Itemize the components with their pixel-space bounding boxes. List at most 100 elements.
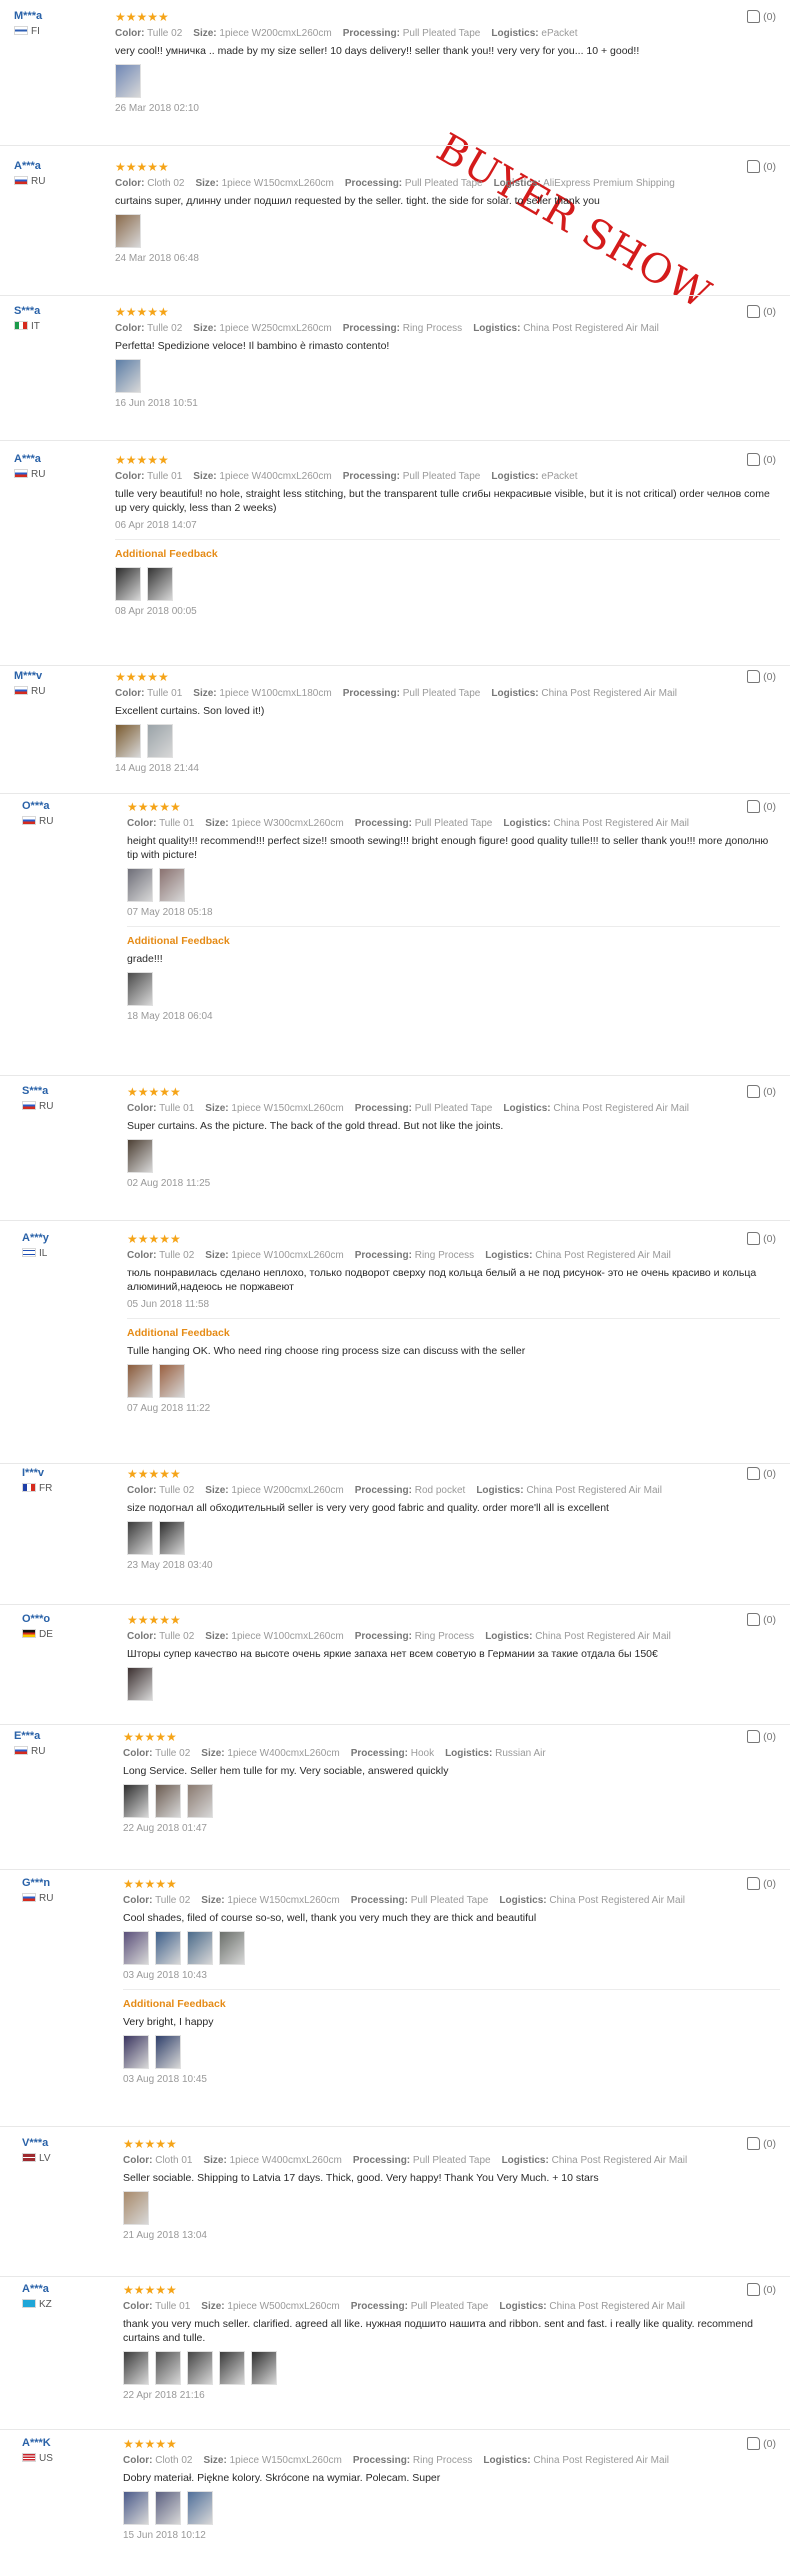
additional-feedback-title: Additional Feedback	[127, 1327, 230, 1339]
thumbs-up-icon[interactable]	[747, 2283, 761, 2296]
review-photo-thumbnail[interactable]	[127, 972, 153, 1006]
helpful-button[interactable]: (0)	[747, 1877, 776, 1890]
review-photo-thumbnail[interactable]	[187, 1931, 213, 1965]
review-photo-thumbnail[interactable]	[123, 1931, 149, 1965]
review-photo-thumbnail[interactable]	[123, 2191, 149, 2225]
reviewer-name[interactable]: S***a	[22, 1085, 112, 1098]
helpful-button[interactable]: (0)	[747, 2437, 776, 2450]
thumbs-up-icon[interactable]	[747, 2137, 761, 2150]
reviewer-name[interactable]: O***a	[22, 800, 112, 813]
review-photo-thumbnail[interactable]	[159, 868, 185, 902]
review-photo-thumbnail[interactable]	[147, 724, 173, 758]
review-content: ★★★★★ Color: Tulle 02 Size: 1piece W400cmx…	[123, 1730, 780, 1835]
review-photo-thumbnail[interactable]	[219, 2351, 245, 2385]
attr-value: Pull Pleated Tape	[402, 688, 481, 699]
reviewer-name[interactable]: S***a	[14, 305, 104, 318]
helpful-button[interactable]: (0)	[747, 800, 776, 813]
review-photo-thumbnail[interactable]	[187, 2351, 213, 2385]
country-code: FI	[31, 26, 40, 37]
reviewer-name[interactable]: M***v	[14, 670, 104, 683]
helpful-button[interactable]: (0)	[747, 2283, 776, 2296]
helpful-button[interactable]: (0)	[747, 1613, 776, 1626]
review-photo-thumbnail[interactable]	[219, 1931, 245, 1965]
review-photo-thumbnail[interactable]	[123, 2491, 149, 2525]
review-photos	[115, 724, 780, 758]
reviewer-name[interactable]: M***a	[14, 10, 104, 23]
reviewer-name[interactable]: E***a	[14, 1730, 104, 1743]
helpful-button[interactable]: (0)	[747, 1085, 776, 1098]
review-content: ★★★★★ Color: Tulle 01 Size: 1piece W400cmx…	[115, 453, 780, 618]
additional-feedback-date: 08 Apr 2018 00:05	[115, 606, 197, 617]
helpful-button[interactable]: (0)	[747, 10, 776, 23]
thumbs-up-icon[interactable]	[747, 1613, 761, 1626]
review-text: Super curtains. As the picture. The back…	[127, 1120, 504, 1132]
review-photo-thumbnail[interactable]	[159, 1364, 185, 1398]
attr-label: Logistics:	[491, 471, 539, 482]
review-photo-thumbnail[interactable]	[251, 2351, 277, 2385]
order-attributes: Color: Tulle 02 Size: 1piece W150cmxL260c…	[123, 1894, 780, 1907]
reviewer-name[interactable]: G***n	[22, 1877, 112, 1890]
review-photo-thumbnail[interactable]	[127, 868, 153, 902]
review-photo-thumbnail[interactable]	[115, 724, 141, 758]
attr-label: Size:	[205, 1485, 229, 1496]
additional-feedback-text: Very bright, I happy	[123, 2016, 214, 2028]
reviewer-name[interactable]: I***v	[22, 1467, 112, 1480]
reviewer-name[interactable]: A***K	[22, 2437, 112, 2450]
thumbs-up-icon[interactable]	[747, 305, 761, 318]
reviewer-info: O***o DE	[22, 1613, 112, 1641]
review-photo-thumbnail[interactable]	[187, 1784, 213, 1818]
reviewer-name[interactable]: A***a	[14, 453, 104, 466]
review-photo-thumbnail[interactable]	[123, 2351, 149, 2385]
review-photo-thumbnail[interactable]	[155, 2035, 181, 2069]
review-photo-thumbnail[interactable]	[159, 1521, 185, 1555]
review-photo-thumbnail[interactable]	[115, 567, 141, 601]
thumbs-up-icon[interactable]	[747, 2437, 761, 2450]
attr-color: Color: Tulle 02	[123, 1895, 190, 1906]
reviewer-name[interactable]: A***a	[14, 160, 104, 173]
reviewer-name[interactable]: A***a	[22, 2283, 112, 2296]
review-photo-thumbnail[interactable]	[155, 2491, 181, 2525]
review-photo-thumbnail[interactable]	[127, 1364, 153, 1398]
review-photo-thumbnail[interactable]	[127, 1667, 153, 1701]
helpful-button[interactable]: (0)	[747, 670, 776, 683]
review-photo-thumbnail[interactable]	[115, 359, 141, 393]
review-photo-thumbnail[interactable]	[155, 1784, 181, 1818]
thumbs-up-icon[interactable]	[747, 800, 761, 813]
helpful-button[interactable]: (0)	[747, 1232, 776, 1245]
reviewer-name[interactable]: A***y	[22, 1232, 112, 1245]
reviewer-name[interactable]: V***a	[22, 2137, 112, 2150]
review-photo-thumbnail[interactable]	[115, 64, 141, 98]
attr-value: Pull Pleated Tape	[414, 818, 493, 829]
thumbs-up-icon[interactable]	[747, 453, 761, 466]
review-photo-thumbnail[interactable]	[155, 2351, 181, 2385]
helpful-button[interactable]: (0)	[747, 160, 776, 173]
review-photo-thumbnail[interactable]	[187, 2491, 213, 2525]
review-photo-thumbnail[interactable]	[123, 2035, 149, 2069]
review-photo-thumbnail[interactable]	[127, 1139, 153, 1173]
attr-value: Ring Process	[402, 323, 463, 334]
thumbs-up-icon[interactable]	[747, 1467, 761, 1480]
review-photo-thumbnail[interactable]	[147, 567, 173, 601]
thumbs-up-icon[interactable]	[747, 160, 761, 173]
helpful-button[interactable]: (0)	[747, 1467, 776, 1480]
attr-value: China Post Registered Air Mail	[535, 1631, 671, 1642]
review-photo-thumbnail[interactable]	[127, 1521, 153, 1555]
thumbs-up-icon[interactable]	[747, 1877, 761, 1890]
attr-value: China Post Registered Air Mail	[549, 2301, 686, 2312]
helpful-button[interactable]: (0)	[747, 1730, 776, 1743]
review-photo-thumbnail[interactable]	[115, 214, 141, 248]
review-text: тюль понравилась сделано неплохо, только…	[127, 1267, 757, 1293]
review-photo-thumbnail[interactable]	[155, 1931, 181, 1965]
helpful-button[interactable]: (0)	[747, 453, 776, 466]
helpful-button[interactable]: (0)	[747, 2137, 776, 2150]
thumbs-up-icon[interactable]	[747, 1232, 761, 1245]
attr-size: Size: 1piece W400cmxL260cm	[203, 2155, 341, 2166]
helpful-button[interactable]: (0)	[747, 305, 776, 318]
star-rating: ★★★★★	[115, 10, 169, 24]
thumbs-up-icon[interactable]	[747, 1730, 761, 1743]
reviewer-name[interactable]: O***o	[22, 1613, 112, 1626]
thumbs-up-icon[interactable]	[747, 670, 761, 683]
thumbs-up-icon[interactable]	[747, 1085, 761, 1098]
thumbs-up-icon[interactable]	[747, 10, 761, 23]
review-photo-thumbnail[interactable]	[123, 1784, 149, 1818]
